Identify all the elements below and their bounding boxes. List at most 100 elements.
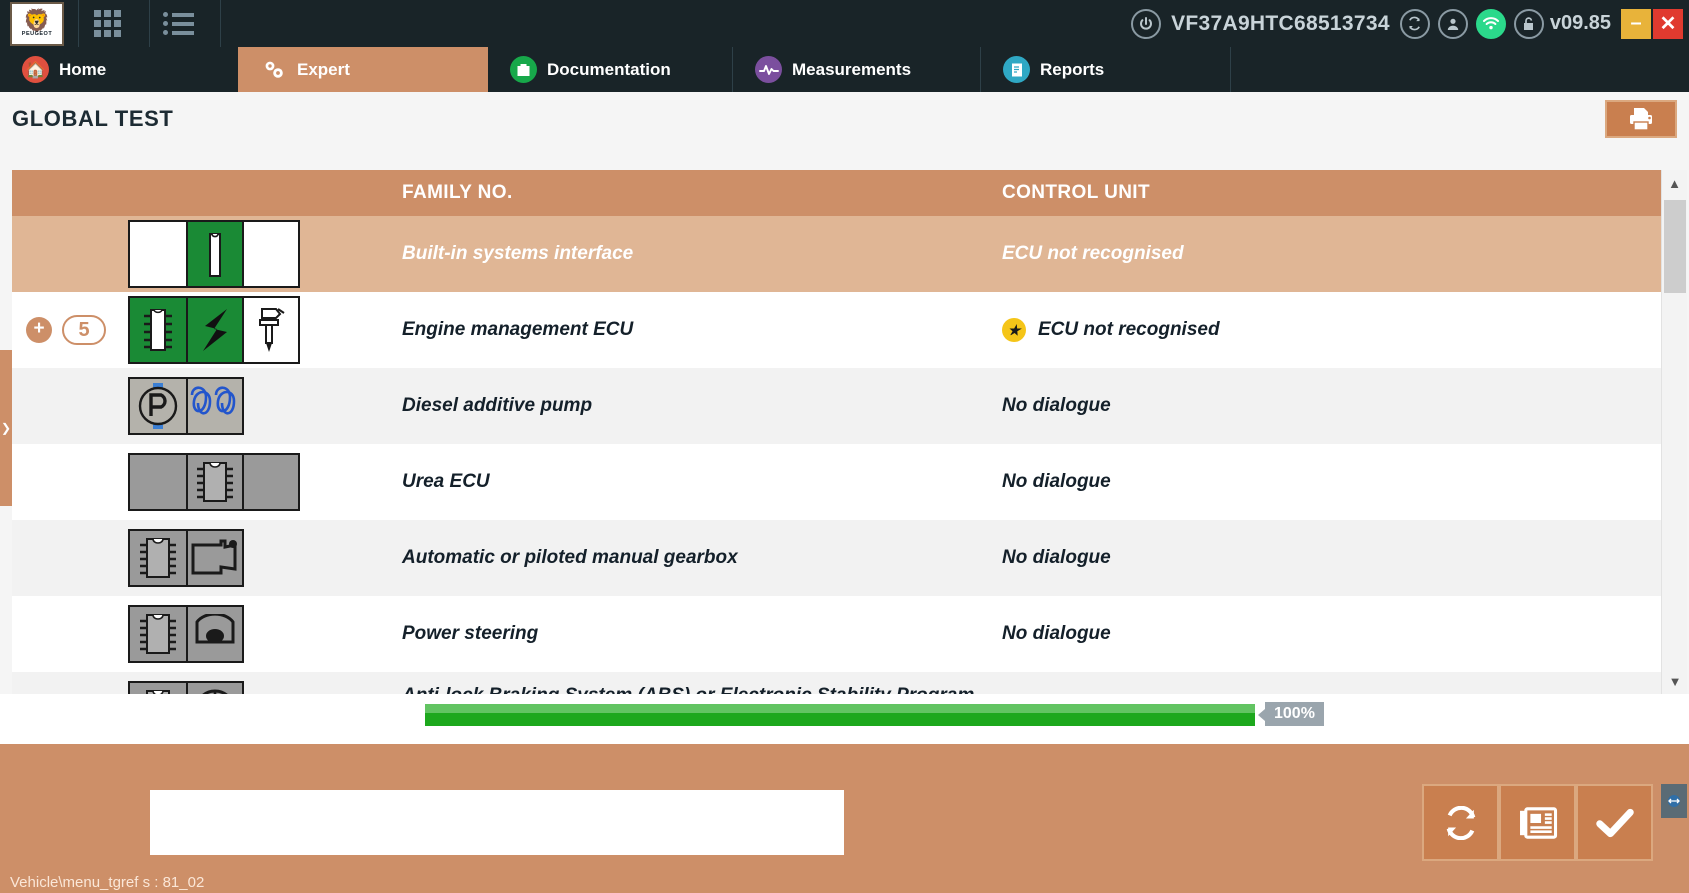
refresh-icon[interactable] <box>1399 8 1430 39</box>
list-view-icon[interactable] <box>150 0 206 47</box>
row-control-unit-status: No dialogue <box>1002 471 1668 493</box>
row-control-unit-status: No dialogue <box>1002 395 1668 417</box>
system-icon <box>128 453 300 511</box>
vin-number: VF37A9HTC68513734 <box>1171 11 1390 35</box>
close-button[interactable]: ✕ <box>1653 8 1683 39</box>
table-scrollbar[interactable]: ▲ ▼ <box>1661 170 1687 694</box>
row-icon-cell <box>124 681 402 694</box>
command-input[interactable] <box>150 790 844 855</box>
row-icon-cell <box>124 453 402 511</box>
row-icon-cell <box>124 529 402 587</box>
logo-wordmark: PEUGEOT <box>21 30 53 37</box>
system-icon <box>128 681 244 694</box>
refresh-button[interactable] <box>1422 784 1499 861</box>
check-icon <box>1595 808 1634 837</box>
report-button[interactable] <box>1499 784 1576 861</box>
table-row[interactable]: Automatic or piloted manual gearbox No di… <box>12 520 1668 596</box>
power-icon[interactable] <box>1131 8 1162 39</box>
tab-reports-label: Reports <box>1040 59 1105 79</box>
folder-icon <box>510 56 537 83</box>
row-icon-cell <box>124 220 402 288</box>
scroll-thumb[interactable] <box>1664 200 1686 293</box>
global-test-table: FAMILY NO. CONTROL UNIT Built-in systems… <box>12 170 1668 694</box>
progress-percent-label: 100% <box>1258 702 1324 726</box>
table-header-row: FAMILY NO. CONTROL UNIT <box>12 170 1668 216</box>
table-row[interactable]: Anti-lock Braking System (ABS) or Electr… <box>12 672 1668 694</box>
expand-row-button[interactable]: + <box>26 317 52 343</box>
page-header: GLOBAL TEST <box>0 92 1689 145</box>
icon-cell <box>130 683 186 694</box>
table-body: Built-in systems interface ECU not recogn… <box>12 216 1668 694</box>
icon-cell <box>130 222 186 286</box>
floating-resize-widget[interactable] <box>1661 784 1687 818</box>
minimize-button[interactable]: – <box>1621 8 1651 39</box>
row-family-name: Automatic or piloted manual gearbox <box>402 546 738 568</box>
tab-reports[interactable]: Reports <box>981 47 1231 92</box>
scroll-down-button[interactable]: ▼ <box>1662 668 1688 694</box>
grid-view-icon[interactable] <box>79 0 135 47</box>
table-row[interactable]: Power steering No dialogue <box>12 596 1668 672</box>
row-status-text: ECU not recognised <box>1002 243 1184 264</box>
action-button-group <box>1422 784 1653 861</box>
peugeot-logo: 🦁 PEUGEOT <box>10 1 64 46</box>
row-family-name: Diesel additive pump <box>402 394 593 416</box>
validate-button[interactable] <box>1576 784 1653 861</box>
table-header-family: FAMILY NO. <box>402 182 513 203</box>
lion-icon: 🦁 <box>23 7 51 33</box>
gears-icon <box>260 56 287 83</box>
row-icon-cell <box>124 377 402 435</box>
table-row[interactable]: +5 Engine management ECU ★ ECU not recognis… <box>12 292 1668 368</box>
star-icon: ★ <box>1002 318 1026 342</box>
user-icon[interactable] <box>1437 8 1468 39</box>
icon-cell <box>242 298 298 362</box>
icon-cell <box>186 222 242 286</box>
side-drawer-toggle[interactable]: ❯ <box>0 350 12 506</box>
row-icon-cell <box>124 605 402 663</box>
row-status-text: No dialogue <box>1002 471 1111 492</box>
wifi-icon[interactable] <box>1475 8 1506 39</box>
system-icon <box>128 220 300 288</box>
system-icon <box>128 605 244 663</box>
row-status-text: No dialogue <box>1002 623 1111 644</box>
unlock-icon[interactable] <box>1513 8 1544 39</box>
tab-home[interactable]: 🏠 Home <box>0 47 238 92</box>
row-family-name: Urea ECU <box>402 470 490 492</box>
system-icon <box>128 377 244 435</box>
table-row[interactable]: Diesel additive pump No dialogue <box>12 368 1668 444</box>
table-header-control-unit: CONTROL UNIT <box>1002 182 1150 203</box>
icon-cell <box>130 531 186 585</box>
waveform-icon <box>755 56 782 83</box>
icon-cell <box>186 683 242 694</box>
tab-measurements[interactable]: Measurements <box>733 47 981 92</box>
tab-measurements-label: Measurements <box>792 59 912 79</box>
row-control-unit-status: No dialogue <box>1002 547 1668 569</box>
main-navigation: 🏠 Home Expert Documentation Measurements… <box>0 47 1689 92</box>
tab-home-label: Home <box>59 59 107 79</box>
icon-cell <box>242 455 298 509</box>
progress-bar-track <box>425 704 1255 726</box>
table-row[interactable]: Built-in systems interface ECU not recogn… <box>12 216 1668 292</box>
divider <box>220 0 221 47</box>
progress-area: 100% <box>0 694 1689 744</box>
row-control-unit-status: ECU not recognised <box>1002 243 1668 265</box>
tab-expert[interactable]: Expert <box>238 47 488 92</box>
table-row[interactable]: Urea ECU No dialogue <box>12 444 1668 520</box>
icon-cell <box>242 222 298 286</box>
row-family-name: Built-in systems interface <box>402 242 634 264</box>
icon-cell <box>130 455 186 509</box>
home-icon: 🏠 <box>22 56 49 83</box>
fault-count-badge: 5 <box>62 315 106 345</box>
report-icon <box>1003 56 1030 83</box>
status-cluster: VF37A9HTC68513734 v09.85 – ✕ <box>1127 0 1689 47</box>
icon-cell <box>186 379 242 433</box>
system-icon <box>128 529 244 587</box>
page-title: GLOBAL TEST <box>12 105 174 131</box>
print-button[interactable] <box>1605 100 1677 138</box>
top-status-bar: 🦁 PEUGEOT VF37A9HTC68513734 v09.85 – ✕ <box>0 0 1689 47</box>
icon-cell <box>130 379 186 433</box>
scroll-up-button[interactable]: ▲ <box>1662 170 1687 196</box>
row-control-unit-status: No dialogue <box>1002 623 1668 645</box>
tab-documentation[interactable]: Documentation <box>488 47 733 92</box>
bottom-toolbar: Vehicle\menu_tgref s : 81_02 <box>0 744 1689 893</box>
icon-cell <box>130 607 186 661</box>
